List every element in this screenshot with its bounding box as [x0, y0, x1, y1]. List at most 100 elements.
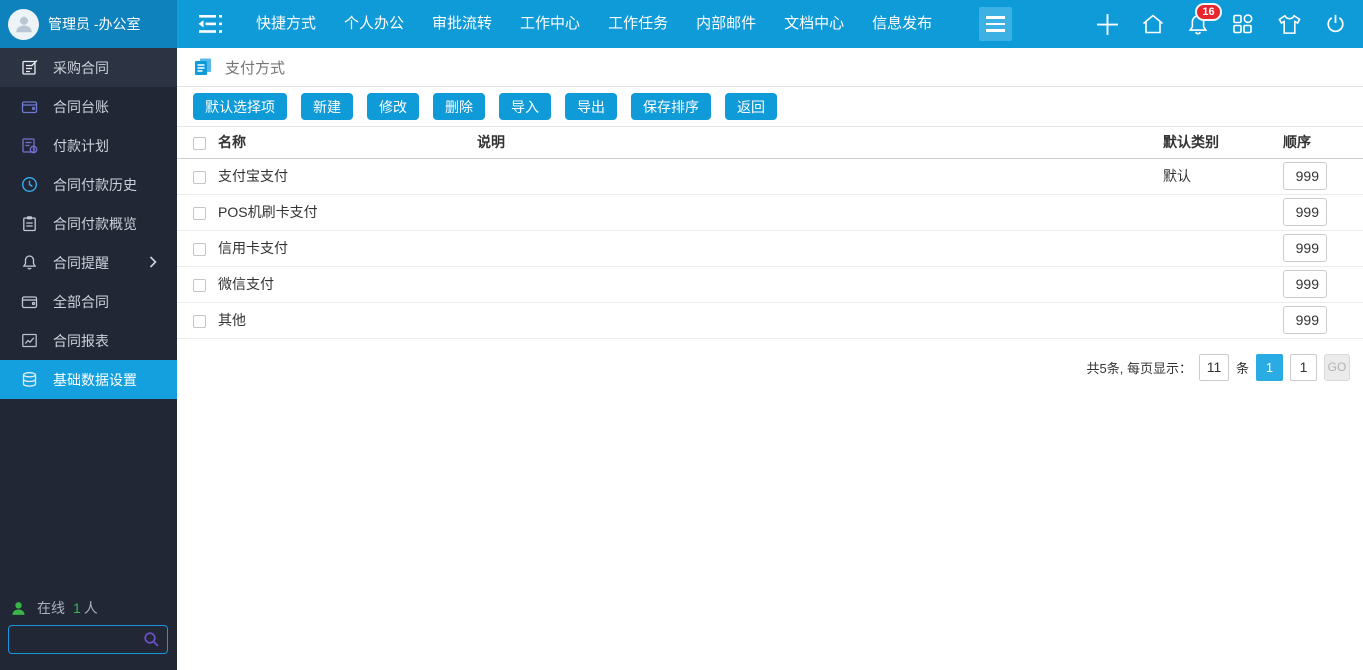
- payment-plan-icon: [20, 137, 38, 155]
- plus-icon[interactable]: [1095, 12, 1120, 37]
- database-icon: [20, 371, 38, 389]
- sidebar-item-label: 合同付款历史: [53, 176, 137, 193]
- sidebar-item-all-contracts[interactable]: 全部合同: [0, 282, 177, 321]
- nav-item-work-tasks[interactable]: 工作任务: [594, 0, 682, 48]
- online-label: 在线: [37, 600, 65, 616]
- hamburger-menu-icon[interactable]: [979, 7, 1013, 41]
- cell-default-category: [1159, 230, 1279, 267]
- table-row: 微信支付: [177, 266, 1363, 303]
- back-button[interactable]: 返回: [725, 93, 777, 120]
- col-header-default-category: 默认类别: [1159, 127, 1279, 159]
- select-all-checkbox[interactable]: [193, 137, 206, 151]
- online-unit: 人: [83, 600, 98, 616]
- sidebar-search-input[interactable]: [9, 626, 143, 653]
- wallet-icon: [20, 98, 38, 116]
- sidebar-item-purchase-contract[interactable]: 采购合同: [0, 48, 177, 87]
- theme-shirt-icon[interactable]: [1276, 12, 1303, 37]
- order-input[interactable]: [1283, 162, 1327, 190]
- cell-description: [473, 266, 1159, 303]
- save-order-button[interactable]: 保存排序: [631, 93, 711, 120]
- page-title: 支付方式: [225, 59, 286, 77]
- table-row: POS机刷卡支付: [177, 194, 1363, 231]
- cell-default-category: [1159, 194, 1279, 231]
- cell-name: 信用卡支付: [214, 230, 473, 267]
- cell-description: [473, 302, 1159, 339]
- default-selection-button[interactable]: 默认选择项: [193, 93, 287, 120]
- delete-button[interactable]: 删除: [433, 93, 485, 120]
- nav-item-work-center[interactable]: 工作中心: [506, 0, 594, 48]
- online-user-icon: [10, 600, 27, 617]
- cell-name: 其他: [214, 302, 473, 339]
- search-icon[interactable]: [143, 631, 160, 648]
- nav-item-document-center[interactable]: 文档中心: [770, 0, 858, 48]
- collapse-menu-icon[interactable]: [197, 13, 224, 35]
- document-edit-icon: [20, 59, 38, 77]
- notification-badge: 16: [1195, 2, 1222, 21]
- document-icon: [193, 57, 213, 77]
- sidebar-item-label: 采购合同: [53, 59, 109, 76]
- clock-icon: [20, 176, 38, 194]
- row-checkbox[interactable]: [193, 206, 206, 220]
- edit-button[interactable]: 修改: [367, 93, 419, 120]
- sidebar-item-payment-overview[interactable]: 合同付款概览: [0, 204, 177, 243]
- new-button[interactable]: 新建: [301, 93, 353, 120]
- cell-description: [473, 230, 1159, 267]
- main-content: 支付方式 默认选择项 新建 修改 删除 导入 导出 保存排序 返回 名称 说明 …: [177, 48, 1363, 670]
- nav-item-personal-office[interactable]: 个人办公: [330, 0, 418, 48]
- table-row: 支付宝支付 默认: [177, 158, 1363, 195]
- row-checkbox[interactable]: [193, 170, 206, 184]
- user-name: 管理员 -办公室: [48, 16, 141, 32]
- clipboard-icon: [20, 215, 38, 233]
- row-checkbox[interactable]: [193, 242, 206, 256]
- nav-item-approval-flow[interactable]: 审批流转: [418, 0, 506, 48]
- sidebar-item-label: 合同付款概览: [53, 215, 137, 232]
- topbar: 管理员 -办公室 快捷方式 个人办公 审批流转 工作中心 工作任务 内部邮件 文…: [0, 0, 1363, 48]
- row-checkbox[interactable]: [193, 278, 206, 292]
- nav-item-info-publish[interactable]: 信息发布: [858, 0, 946, 48]
- pagination-summary: 共5条, 每页显示：: [1086, 360, 1192, 376]
- chart-icon: [20, 332, 38, 350]
- cell-name: POS机刷卡支付: [214, 194, 473, 231]
- sidebar-item-label: 合同提醒: [53, 254, 109, 271]
- sidebar-item-payment-history[interactable]: 合同付款历史: [0, 165, 177, 204]
- nav-item-shortcuts[interactable]: 快捷方式: [242, 0, 330, 48]
- order-input[interactable]: [1283, 198, 1327, 226]
- sidebar-item-label: 全部合同: [53, 293, 109, 310]
- go-button[interactable]: GO: [1324, 353, 1350, 381]
- sidebar-item-contract-reminder[interactable]: 合同提醒: [0, 243, 177, 282]
- page-header: 支付方式: [177, 48, 1363, 87]
- sidebar-item-contract-reports[interactable]: 合同报表: [0, 321, 177, 360]
- table-row: 其他: [177, 302, 1363, 339]
- order-input[interactable]: [1283, 306, 1327, 334]
- import-button[interactable]: 导入: [499, 93, 551, 120]
- payment-methods-table: 名称 说明 默认类别 顺序 支付宝支付 默认 POS机刷卡支付: [177, 127, 1363, 339]
- order-input[interactable]: [1283, 234, 1327, 262]
- row-checkbox[interactable]: [193, 314, 206, 328]
- sidebar-item-payment-plan[interactable]: 付款计划: [0, 126, 177, 165]
- sidebar: 采购合同 合同台账 付款计划 合同付款历史 合同付款概览 合同提醒 全部合同 合…: [0, 48, 177, 670]
- topbar-icons: 16: [1095, 2, 1363, 37]
- apps-grid-icon[interactable]: [1231, 12, 1255, 36]
- power-icon[interactable]: [1324, 12, 1347, 36]
- home-icon[interactable]: [1141, 12, 1165, 36]
- page-button-1[interactable]: 1: [1256, 353, 1283, 381]
- sidebar-item-label: 付款计划: [53, 137, 109, 154]
- goto-page-input[interactable]: [1290, 353, 1317, 381]
- pagination: 共5条, 每页显示： 条 1 GO: [177, 339, 1363, 381]
- sidebar-item-contract-ledger[interactable]: 合同台账: [0, 87, 177, 126]
- page-size-input[interactable]: [1198, 353, 1229, 381]
- col-header-name: 名称: [214, 127, 473, 159]
- sidebar-item-base-data-settings[interactable]: 基础数据设置: [0, 360, 177, 399]
- nav-item-internal-mail[interactable]: 内部邮件: [682, 0, 770, 48]
- bell-icon[interactable]: 16: [1186, 2, 1222, 37]
- order-input[interactable]: [1283, 270, 1327, 298]
- user-block[interactable]: 管理员 -办公室: [0, 0, 177, 48]
- export-button[interactable]: 导出: [565, 93, 617, 120]
- cell-default-category: [1159, 266, 1279, 303]
- online-count: 1: [73, 600, 81, 616]
- bell-icon: [20, 254, 38, 272]
- avatar: [8, 8, 39, 40]
- wallet-icon: [20, 293, 38, 311]
- col-header-order: 顺序: [1279, 127, 1363, 159]
- sidebar-item-label: 基础数据设置: [53, 371, 137, 388]
